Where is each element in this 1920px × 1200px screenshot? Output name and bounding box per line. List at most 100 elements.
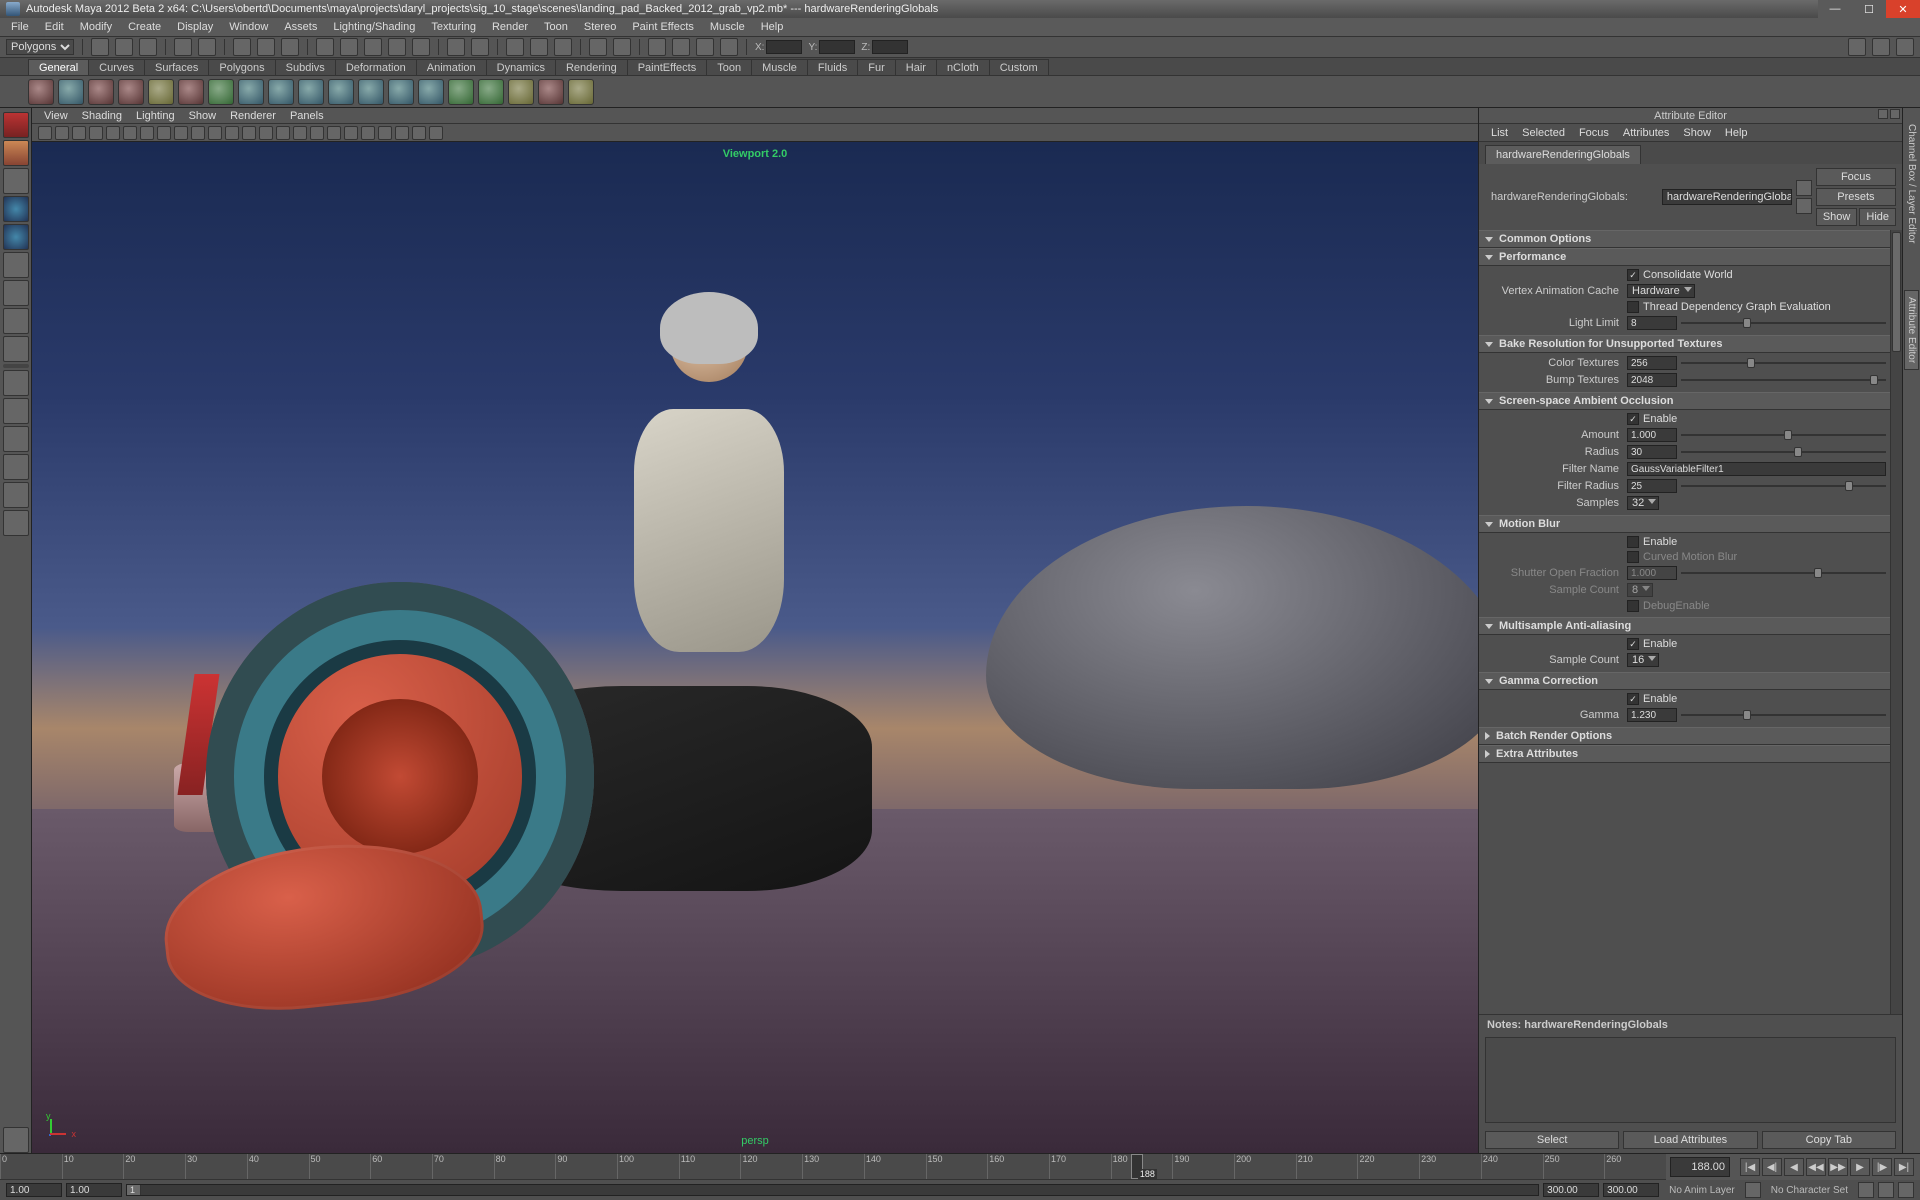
layout-four-icon[interactable] [3, 398, 29, 424]
layout-hypershade-icon[interactable] [3, 482, 29, 508]
shelf-icon[interactable] [28, 79, 54, 105]
menu-lighting-shading[interactable]: Lighting/Shading [326, 20, 422, 34]
menu-muscle[interactable]: Muscle [703, 20, 752, 34]
load-attributes-button[interactable]: Load Attributes [1623, 1131, 1757, 1149]
range-slider[interactable]: 1 [126, 1184, 1539, 1196]
vp-textured-icon[interactable] [259, 126, 273, 140]
vp-grid-icon[interactable] [106, 126, 120, 140]
attr-menu-selected[interactable]: Selected [1516, 127, 1571, 139]
gamma-slider[interactable] [1681, 709, 1886, 721]
graph-editor-icon[interactable] [720, 38, 738, 56]
paint-select-tool-icon[interactable] [3, 168, 29, 194]
universal-manip-icon[interactable] [3, 280, 29, 306]
play-backward-button[interactable]: ◀◀ [1806, 1158, 1826, 1176]
shelf-icon[interactable] [568, 79, 594, 105]
character-set-status[interactable]: No Character Set [1765, 1185, 1854, 1196]
menu-toon[interactable]: Toon [537, 20, 575, 34]
sidebar-toggle-2-icon[interactable] [1872, 38, 1890, 56]
shelf-tab-painteffects[interactable]: PaintEffects [627, 59, 708, 75]
shelf-icon[interactable] [148, 79, 174, 105]
vp-safe-action-icon[interactable] [191, 126, 205, 140]
color-textures-slider[interactable] [1681, 357, 1886, 369]
scale-tool-icon[interactable] [3, 252, 29, 278]
layout-single-icon[interactable] [3, 370, 29, 396]
vp-ssao-icon[interactable] [395, 126, 409, 140]
section-gamma[interactable]: Gamma Correction [1479, 672, 1890, 690]
gamma-field[interactable] [1627, 708, 1677, 722]
ipr-render-icon[interactable] [530, 38, 548, 56]
snap-live-icon[interactable] [412, 38, 430, 56]
shelf-icon[interactable] [328, 79, 354, 105]
window-minimize-button[interactable]: — [1818, 0, 1852, 18]
vp-field-chart-icon[interactable] [174, 126, 188, 140]
shelf-icon[interactable] [238, 79, 264, 105]
quick-layout-icon[interactable] [3, 1127, 29, 1153]
section-common-options[interactable]: Common Options [1479, 230, 1890, 248]
viewport-menu-show[interactable]: Show [183, 110, 223, 122]
vp-high-quality-icon[interactable] [310, 126, 324, 140]
step-forward-button[interactable]: ▶ [1850, 1158, 1870, 1176]
menu-modify[interactable]: Modify [73, 20, 119, 34]
copy-tab-button[interactable]: Copy Tab [1762, 1131, 1896, 1149]
vp-lights-icon[interactable] [276, 126, 290, 140]
shelf-icon[interactable] [178, 79, 204, 105]
section-ssao[interactable]: Screen-space Ambient Occlusion [1479, 392, 1890, 410]
snap-curve-icon[interactable] [340, 38, 358, 56]
msaa-enable-checkbox[interactable]: ✓ [1627, 638, 1639, 650]
range-end-field[interactable] [1603, 1183, 1659, 1197]
layout-persp-graph-icon[interactable] [3, 454, 29, 480]
menu-window[interactable]: Window [222, 20, 275, 34]
attr-menu-attributes[interactable]: Attributes [1617, 127, 1675, 139]
vp-xray-icon[interactable] [344, 126, 358, 140]
rotate-tool-icon[interactable] [3, 224, 29, 250]
section-bake-resolution[interactable]: Bake Resolution for Unsupported Textures [1479, 335, 1890, 353]
coord-z-field[interactable] [872, 40, 908, 54]
menu-help[interactable]: Help [754, 20, 791, 34]
render-frame-icon[interactable] [506, 38, 524, 56]
vp-wireframe-icon[interactable] [225, 126, 239, 140]
presets-button[interactable]: Presets [1816, 188, 1896, 206]
current-frame-field[interactable]: 188.00 [1670, 1157, 1730, 1177]
focus-go-icon[interactable] [1796, 180, 1812, 196]
vp-2d-pan-icon[interactable] [89, 126, 103, 140]
playback-start-field[interactable] [66, 1183, 122, 1197]
bump-textures-field[interactable] [1627, 373, 1677, 387]
shelf-tab-ncloth[interactable]: nCloth [936, 59, 990, 75]
input-line-mode-icon[interactable] [589, 38, 607, 56]
viewport-menu-panels[interactable]: Panels [284, 110, 330, 122]
color-textures-field[interactable] [1627, 356, 1677, 370]
menu-display[interactable]: Display [170, 20, 220, 34]
section-performance[interactable]: Performance [1479, 248, 1890, 266]
step-forward-key-button[interactable]: |▶ [1872, 1158, 1892, 1176]
shelf-icon[interactable] [418, 79, 444, 105]
hide-button[interactable]: Hide [1859, 208, 1896, 226]
vp-exposure-icon[interactable] [412, 126, 426, 140]
ssao-filterradius-field[interactable] [1627, 479, 1677, 493]
ssao-radius-field[interactable] [1627, 445, 1677, 459]
undo-icon[interactable] [174, 38, 192, 56]
vp-film-gate-icon[interactable] [123, 126, 137, 140]
menu-create[interactable]: Create [121, 20, 168, 34]
shelf-icon[interactable] [358, 79, 384, 105]
select-hierarchy-icon[interactable] [233, 38, 251, 56]
consolidate-world-checkbox[interactable]: ✓ [1627, 269, 1639, 281]
window-close-button[interactable]: ✕ [1886, 0, 1920, 18]
vp-gamma-icon[interactable] [429, 126, 443, 140]
ssao-radius-slider[interactable] [1681, 446, 1886, 458]
menu-render[interactable]: Render [485, 20, 535, 34]
shelf-tab-general[interactable]: General [28, 59, 89, 75]
sidebar-toggle-1-icon[interactable] [1848, 38, 1866, 56]
save-scene-icon[interactable] [139, 38, 157, 56]
time-slider[interactable]: 188 010203040506070809010011012013014015… [0, 1154, 1666, 1180]
quick-help-icon[interactable] [613, 38, 631, 56]
shelf-icon[interactable] [88, 79, 114, 105]
vp-safe-title-icon[interactable] [208, 126, 222, 140]
node-tab[interactable]: hardwareRenderingGlobals [1485, 145, 1641, 164]
vp-resolution-gate-icon[interactable] [140, 126, 154, 140]
sidetab-channel-box[interactable]: Channel Box / Layer Editor [1905, 118, 1918, 250]
shelf-icon[interactable] [508, 79, 534, 105]
menu-texturing[interactable]: Texturing [424, 20, 483, 34]
attr-menu-focus[interactable]: Focus [1573, 127, 1615, 139]
shelf-tab-muscle[interactable]: Muscle [751, 59, 808, 75]
focus-button[interactable]: Focus [1816, 168, 1896, 186]
